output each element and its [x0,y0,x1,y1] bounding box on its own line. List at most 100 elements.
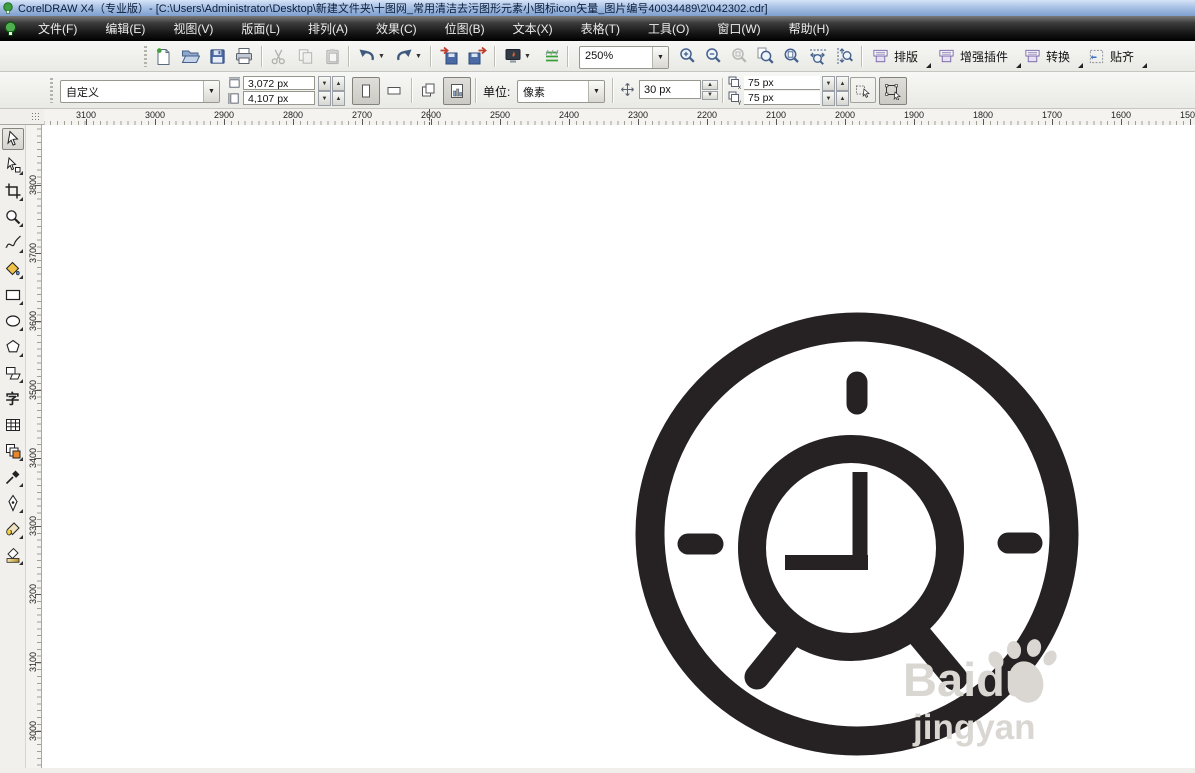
new-document-button[interactable] [151,44,175,68]
apply-to-current-page-button[interactable] [443,77,471,105]
tool-ellipse[interactable] [2,310,24,332]
menu-effects[interactable]: 效果(C) [362,17,431,40]
menu-file[interactable]: 文件(F) [24,17,91,40]
welcome-screen-icon [542,46,562,66]
save-button[interactable] [205,44,229,68]
portrait-orientation-button[interactable] [352,77,380,105]
page-edge-marker [429,109,430,125]
menu-edit[interactable]: 编辑(E) [91,17,159,40]
tool-outline[interactable] [2,492,24,514]
toolbar-grip[interactable] [144,46,147,67]
tool-table[interactable] [2,414,24,436]
zoom-all-objects-icon [756,46,776,66]
tool-fill[interactable] [2,518,24,540]
menu-bitmaps[interactable]: 位图(B) [431,17,499,40]
tool-pick[interactable] [2,128,24,150]
chevron-down-icon[interactable]: ▼ [588,81,604,102]
coreldraw-window: { "window": { "title": "CorelDRAW X4（专业版… [0,0,1195,768]
tool-basic-shapes[interactable] [2,362,24,384]
redo-dropdown[interactable]: ▼ [413,44,424,68]
nudge-offset-field[interactable]: 30 px [639,80,701,99]
clock-hour-hand[interactable] [785,555,868,570]
toolbar-grip[interactable] [50,78,53,103]
flyout-corner-icon[interactable] [926,63,931,68]
zoom-to-page-width-button[interactable] [806,44,830,68]
zoom-in-button[interactable] [676,44,700,68]
tool-eyedropper[interactable] [2,466,24,488]
treat-as-filled-button[interactable] [850,77,876,103]
import-icon [439,46,459,66]
tool-zoom[interactable] [2,206,24,228]
horizontal-ruler[interactable]: 3100300029002800270026002500240023002200… [0,109,1195,126]
box-selection-mode-button[interactable] [879,77,907,105]
zoom-to-page-button[interactable] [780,44,804,68]
menu-view[interactable]: 视图(V) [159,17,227,40]
polygon-tool-icon [4,338,22,356]
svg-text:y: y [738,100,741,105]
tool-text[interactable]: 字 [2,388,24,410]
menu-window[interactable]: 窗口(W) [703,17,774,40]
chevron-down-icon[interactable]: ▼ [203,81,219,102]
vruler-tick [35,526,41,527]
paper-width-field[interactable]: 3,072 px [243,76,315,90]
paper-preset-combo[interactable]: 自定义 ▼ [60,80,220,103]
tool-rectangle[interactable] [2,284,24,306]
menu-arrange[interactable]: 排列(A) [294,17,362,40]
zoom-level-combo[interactable]: 250% ▼ [579,46,669,69]
menu-help[interactable]: 帮助(H) [775,17,844,40]
tool-blend[interactable] [2,440,24,462]
launcher-dropdown[interactable]: ▼ [522,44,533,68]
units-value: 像素 [518,81,588,102]
zoom-out-icon [704,46,724,66]
undo-dropdown[interactable]: ▼ [376,44,387,68]
import-button[interactable] [437,44,461,68]
vertical-ruler[interactable]: 380037003600350034003300320031003000 [26,125,42,768]
zoom-to-all-objects-button[interactable] [754,44,778,68]
print-button[interactable] [232,44,256,68]
paper-width-spinner[interactable]: ▼▲ [318,76,345,91]
zoom-to-page-height-button[interactable] [832,44,856,68]
cut-button [266,44,290,68]
paper-height-field[interactable]: 4,107 px [243,91,315,105]
copy-icon [296,47,315,66]
menu-text[interactable]: 文本(X) [499,17,567,40]
welcome-screen-button[interactable] [540,44,564,68]
clock-inner-face[interactable] [752,449,950,647]
duplicate-distance-x-field[interactable]: 75 px [744,76,820,90]
tool-freehand[interactable] [2,232,24,254]
export-button[interactable] [465,44,489,68]
typesetting-button[interactable]: 排版 [872,43,931,69]
title-bar[interactable]: CorelDRAW X4（专业版）- [C:\Users\Administrat… [0,0,1195,16]
clock-left-leg[interactable] [757,636,790,677]
units-combo[interactable]: 像素 ▼ [517,80,605,103]
landscape-icon [386,82,402,98]
menu-layout[interactable]: 版面(L) [227,17,294,40]
open-button[interactable] [178,44,202,68]
chevron-down-icon[interactable]: ▼ [652,47,668,68]
menu-tools[interactable]: 工具(O) [634,17,703,40]
landscape-orientation-button[interactable] [381,77,407,103]
snap-to-button[interactable]: 贴齐 [1088,43,1147,69]
paper-height-icon [228,92,241,105]
tool-shape[interactable] [2,154,24,176]
open-folder-icon [180,46,200,66]
duplicate-x-spinner[interactable]: ▼▲ [822,76,849,91]
convert-label: 转换 [1046,48,1070,65]
clock-minute-hand[interactable] [853,472,868,563]
duplicate-y-spinner[interactable]: ▼▲ [822,91,849,106]
tool-polygon[interactable] [2,336,24,358]
enhanced-plugins-button[interactable]: 增强插件 [938,43,1021,69]
zoom-out-button[interactable] [702,44,726,68]
flyout-corner-icon[interactable] [1016,63,1021,68]
menu-table[interactable]: 表格(T) [567,17,634,40]
paper-height-spinner[interactable]: ▼▲ [318,91,345,106]
tool-smart-fill[interactable] [2,258,24,280]
convert-button[interactable]: 转换 [1024,43,1083,69]
flyout-corner-icon[interactable] [1142,63,1147,68]
tool-interactive-fill[interactable] [2,544,24,566]
apply-to-all-pages-button[interactable] [416,77,441,103]
tool-crop[interactable] [2,180,24,202]
flyout-corner-icon[interactable] [1078,63,1083,68]
nudge-offset-spinner[interactable]: ▲▼ [702,80,716,100]
duplicate-distance-y-field[interactable]: 75 px [744,91,820,105]
